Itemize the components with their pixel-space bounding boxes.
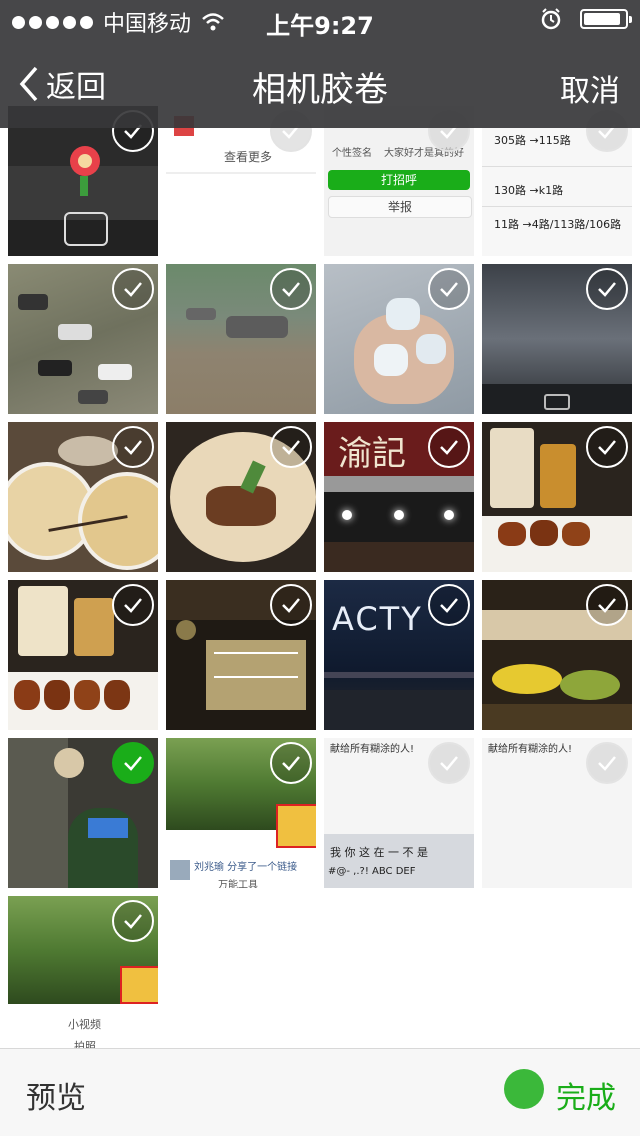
thumb-text: 我 你 这 在 一 不 是 [330,846,428,859]
select-checkbox[interactable] [428,742,470,784]
thumb-text: 小视频 [68,1018,101,1031]
select-checkbox[interactable] [428,268,470,310]
photo-thumbnail[interactable]: 献给所有糊涂的人! [482,738,632,888]
photo-thumbnail[interactable]: 小视频 拍照 [8,896,158,1048]
select-checkbox[interactable] [270,584,312,626]
sign-text: ACTY [332,600,423,638]
photo-thumbnail[interactable] [482,264,632,414]
photo-thumbnail[interactable] [8,106,158,256]
page-title: 相机胶卷 [252,70,388,110]
thumb-text: 查看更多 [224,150,273,164]
photo-thumbnail[interactable] [166,264,316,414]
photo-thumbnail[interactable] [324,264,474,414]
select-checkbox[interactable] [270,268,312,310]
select-checkbox[interactable] [112,426,154,468]
photo-thumbnail[interactable]: 305路 →115路 130路 →k1路 11路 →4路/113路/106路 [482,106,632,256]
select-checkbox[interactable] [112,900,154,942]
thumb-text: 130路 →k1路 [494,184,564,197]
photo-grid: 查看更多 个性签名 大家好才是真的好 打招呼 举报 305路 →115路 130… [0,0,640,1048]
photo-thumbnail[interactable]: 刘兆瑜 分享了一个链接 万能工具 [166,738,316,888]
cancel-button[interactable]: 取消 [560,66,620,110]
select-checkbox[interactable] [428,426,470,468]
thumb-report-button: 举报 [328,196,472,218]
select-checkbox[interactable] [112,742,154,784]
battery-icon [580,9,632,29]
select-checkbox[interactable] [586,268,628,310]
thumb-text: 献给所有糊涂的人! [330,744,415,755]
photo-thumbnail[interactable] [8,738,158,888]
select-checkbox[interactable] [586,742,628,784]
thumb-text: #@- ,.?! ABC DEF [328,866,416,877]
photo-thumbnail[interactable]: 个性签名 大家好才是真的好 打招呼 举报 [324,106,474,256]
thumb-call-button: 打招呼 [328,170,470,190]
select-checkbox[interactable] [112,584,154,626]
photo-thumbnail[interactable] [8,264,158,414]
photo-thumbnail[interactable] [8,422,158,572]
photo-thumbnail[interactable] [166,422,316,572]
photo-thumbnail[interactable] [482,580,632,730]
thumb-text: 拍照 [74,1040,96,1048]
thumb-text: 献给所有糊涂的人! [488,744,573,755]
top-bar: 中国移动 上午9:27 返回 相机胶卷 取消 [0,0,640,128]
thumb-text: 万能工具 [218,880,258,888]
bottom-toolbar: 预览 完成 [0,1048,640,1136]
watermark-logo-icon [504,1069,544,1109]
photo-thumbnail[interactable]: 渝記 [324,422,474,572]
thumb-text: 11路 →4路/113路/106路 [494,218,622,231]
preview-button[interactable]: 预览 [26,1073,86,1117]
thumb-text: 个性签名 [332,148,372,159]
sign-text: 渝記 [338,434,406,474]
status-bar: 中国移动 上午9:27 [0,0,640,40]
photo-thumbnail[interactable]: 查看更多 [166,106,316,256]
photo-thumbnail[interactable]: 献给所有糊涂的人! 我 你 这 在 一 不 是 #@- ,.?! ABC DEF [324,738,474,888]
select-checkbox[interactable] [586,584,628,626]
alarm-clock-icon [541,8,561,30]
nav-bar: 返回 相机胶卷 取消 [0,40,640,128]
select-checkbox[interactable] [270,742,312,784]
select-checkbox[interactable] [586,426,628,468]
photo-thumbnail[interactable]: ACTY [324,580,474,730]
select-checkbox[interactable] [428,584,470,626]
photo-thumbnail[interactable] [482,422,632,572]
thumb-text: 305路 →115路 [494,134,571,147]
select-checkbox[interactable] [112,268,154,310]
done-button[interactable]: 完成 [556,1073,616,1117]
photo-thumbnail[interactable] [166,580,316,730]
thumb-text: 刘兆瑜 分享了一个链接 [194,862,298,873]
select-checkbox[interactable] [270,426,312,468]
photo-thumbnail[interactable] [8,580,158,730]
